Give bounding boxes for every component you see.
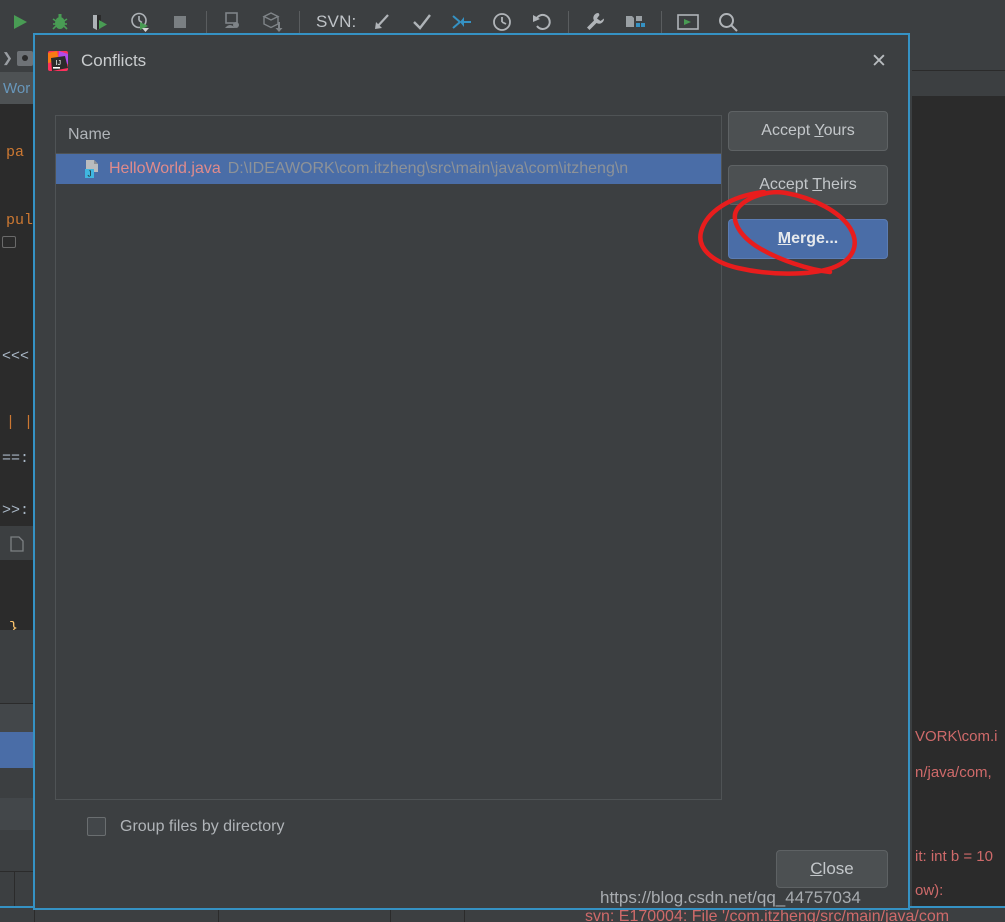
file-name: HelloWorld.java <box>109 160 221 178</box>
table-row[interactable]: J HelloWorld.java D:\IDEAWORK\com.itzheng\… <box>56 154 721 184</box>
conflicts-list[interactable]: J HelloWorld.java D:\IDEAWORK\com.itzheng\… <box>56 154 721 184</box>
editor-tab-label: Wor <box>3 80 30 97</box>
breadcrumb-chevron-icon: ❯ <box>2 50 13 66</box>
button-label: Accept Theirs <box>759 176 857 194</box>
toolbar-separator-3 <box>568 11 569 33</box>
group-files-checkbox[interactable] <box>87 817 106 836</box>
group-files-label: Group files by directory <box>120 818 285 836</box>
console-log-line: it: int b = 10 <box>915 848 993 865</box>
java-file-icon: J <box>82 159 102 179</box>
file-path: D:\IDEAWORK\com.itzheng\src\main\java\co… <box>228 160 628 178</box>
mnemonic: C <box>810 859 822 878</box>
list-item-selected[interactable] <box>0 732 34 768</box>
console-log[interactable]: VORK\com.in/java/com,it: int b = 10ow):z… <box>912 96 1005 922</box>
code-line: >>: <box>2 502 29 519</box>
action-button-column: Accept Yours Accept Theirs Merge... <box>728 111 888 273</box>
console-log-line: VORK\com.i <box>915 728 998 745</box>
console-log-line: n/java/com, <box>915 764 992 781</box>
dialog-title: Conflicts <box>81 51 146 71</box>
close-button-label: Close <box>810 859 853 879</box>
code-fold-marker-icon[interactable] <box>2 236 16 248</box>
editor-tab[interactable]: Wor <box>0 72 34 104</box>
column-divider <box>14 872 15 908</box>
tool-window-header <box>0 630 34 666</box>
code-line: <<< <box>2 348 29 365</box>
svg-text:J: J <box>88 170 92 179</box>
button-label: Merge... <box>778 230 838 248</box>
console-error-line: svn: E170004: File '/com.itzheng/src/mai… <box>585 908 949 922</box>
code-line: ==: <box>2 450 29 467</box>
module-icon <box>17 51 33 66</box>
console-right-strip: VORK\com.in/java/com,it: int b = 10ow):z… <box>912 44 1005 922</box>
list-item[interactable] <box>0 798 34 830</box>
screen: SVN: <box>0 0 1005 922</box>
vcs-label: SVN: <box>306 12 362 32</box>
list-column-header: Name <box>56 116 721 154</box>
list-item[interactable] <box>0 704 34 732</box>
accept-theirs-button[interactable]: Accept Theirs <box>728 165 888 205</box>
dialog-title-bar: IJ Conflicts ✕ <box>35 35 908 87</box>
breadcrumb[interactable]: ❯ <box>0 44 34 72</box>
close-icon[interactable]: ✕ <box>866 48 892 74</box>
list-item[interactable] <box>0 768 34 798</box>
close-button[interactable]: Close <box>776 850 888 888</box>
console-tabs[interactable] <box>912 44 1005 96</box>
conflicts-list-panel: Name J HelloWorld.java D:\IDEAWORK\com.itz… <box>55 115 722 800</box>
toolbar-separator-4 <box>661 11 662 33</box>
code-line: | | <box>6 414 33 431</box>
intellij-idea-icon: IJ <box>47 50 69 72</box>
mnemonic: M <box>778 230 791 247</box>
document-icon <box>10 536 24 552</box>
svg-text:IJ: IJ <box>56 60 61 67</box>
conflicts-dialog: IJ Conflicts ✕ Name J HelloWorld.java D:\I… <box>33 33 910 910</box>
list-item[interactable] <box>0 830 34 872</box>
accept-yours-button[interactable]: Accept Yours <box>728 111 888 151</box>
console-log-line: ow): <box>915 882 943 899</box>
tool-window-subheader <box>0 666 34 704</box>
button-label: Accept Yours <box>761 122 854 140</box>
toolbar-separator-2 <box>299 11 300 33</box>
group-files-checkbox-row[interactable]: Group files by directory <box>87 817 285 836</box>
mnemonic: Y <box>814 122 823 139</box>
toolbar-separator <box>206 11 207 33</box>
watermark: https://blog.csdn.net/qq_44757034 <box>600 888 861 908</box>
code-line: pa <box>6 144 24 161</box>
code-line: pul <box>6 212 33 229</box>
mnemonic: T <box>812 176 822 193</box>
merge-button[interactable]: Merge... <box>728 219 888 259</box>
editor-left-strip: ❯ Wor papul<<<| |==:>>:}Heatior <box>0 44 34 922</box>
